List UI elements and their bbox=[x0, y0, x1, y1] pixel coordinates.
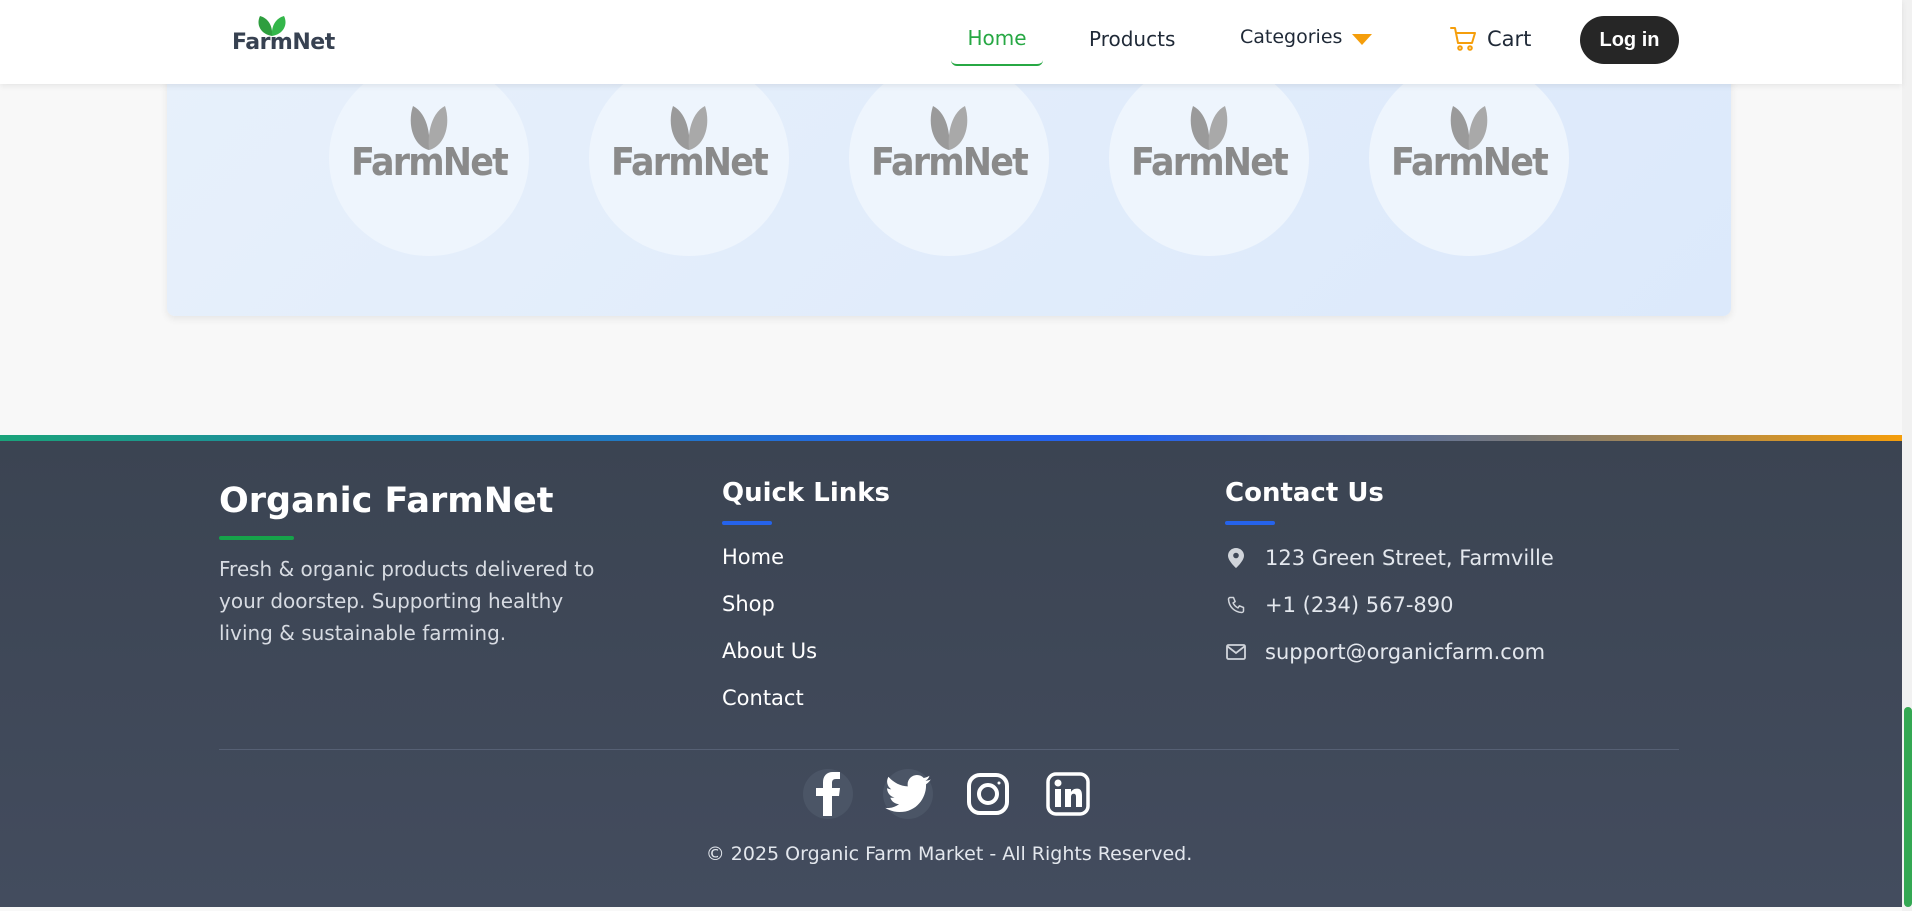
footer-brand-title: Organic FarmNet bbox=[219, 481, 554, 521]
footer-link-home[interactable]: Home bbox=[722, 545, 784, 569]
login-button[interactable]: Log in bbox=[1580, 16, 1679, 64]
caret-down-icon[interactable] bbox=[1352, 34, 1372, 45]
mail-icon bbox=[1225, 644, 1247, 660]
footer-brand-description: Fresh & organic products delivered to yo… bbox=[219, 557, 595, 645]
contact-address: 123 Green Street, Farmville bbox=[1225, 545, 1554, 571]
brand-name: FarmNet bbox=[1391, 140, 1549, 184]
footer-link-about-us[interactable]: About Us bbox=[722, 639, 817, 663]
quick-links-underline bbox=[722, 521, 772, 525]
brand-logo-1[interactable]: FarmNet bbox=[329, 60, 529, 256]
brand-title-underline bbox=[219, 536, 294, 540]
brands-panel: FarmNet FarmNet FarmNet FarmNet FarmNet bbox=[167, 60, 1731, 316]
contact-phone[interactable]: +1 (234) 567-890 bbox=[1225, 592, 1454, 618]
map-pin-icon bbox=[1225, 548, 1247, 568]
linkedin-icon[interactable] bbox=[1043, 769, 1093, 819]
cart-link[interactable]: Cart bbox=[1449, 24, 1531, 54]
page-scrollbar-thumb[interactable] bbox=[1904, 707, 1912, 907]
contact-email[interactable]: support@organicfarm.com bbox=[1225, 639, 1545, 665]
twitter-icon[interactable] bbox=[883, 769, 933, 819]
brand-logo-4[interactable]: FarmNet bbox=[1109, 60, 1309, 256]
contact-email-text: support@organicfarm.com bbox=[1265, 640, 1546, 664]
contact-phone-text: +1 (234) 567-890 bbox=[1265, 593, 1454, 617]
quick-links-title: Quick Links bbox=[722, 478, 891, 508]
site-logo[interactable]: FarmNet bbox=[232, 14, 335, 55]
contact-us-title: Contact Us bbox=[1225, 478, 1384, 508]
brand-name: FarmNet bbox=[871, 140, 1029, 184]
footer-divider bbox=[219, 749, 1679, 750]
brand-logo-3[interactable]: FarmNet bbox=[849, 60, 1049, 256]
copyright-text: © 2025 Organic Farm Market - All Rights … bbox=[705, 843, 1193, 865]
contact-us-underline bbox=[1225, 521, 1275, 525]
brand-logo-2[interactable]: FarmNet bbox=[589, 60, 789, 256]
footer-link-contact[interactable]: Contact bbox=[722, 686, 804, 710]
instagram-icon[interactable] bbox=[963, 769, 1013, 819]
nav-home-link[interactable]: Home bbox=[951, 20, 1043, 66]
cart-icon bbox=[1450, 27, 1476, 51]
nav-products-link[interactable]: Products bbox=[1089, 27, 1175, 51]
top-navbar: FarmNet Home Products Categories Cart Lo… bbox=[0, 0, 1902, 84]
logo-text: FarmNet bbox=[232, 30, 335, 55]
phone-icon bbox=[1225, 595, 1247, 615]
site-footer: Organic FarmNet Fresh & organic products… bbox=[0, 441, 1902, 907]
nav-categories-dropdown[interactable]: Categories bbox=[1240, 26, 1342, 48]
brand-name: FarmNet bbox=[351, 140, 509, 184]
brand-name: FarmNet bbox=[611, 140, 769, 184]
brand-logo-5[interactable]: FarmNet bbox=[1369, 60, 1569, 256]
footer-link-shop[interactable]: Shop bbox=[722, 592, 775, 616]
brand-name: FarmNet bbox=[1131, 140, 1289, 184]
cart-label: Cart bbox=[1487, 27, 1532, 51]
contact-address-text: 123 Green Street, Farmville bbox=[1265, 546, 1554, 570]
facebook-icon[interactable] bbox=[803, 769, 853, 819]
